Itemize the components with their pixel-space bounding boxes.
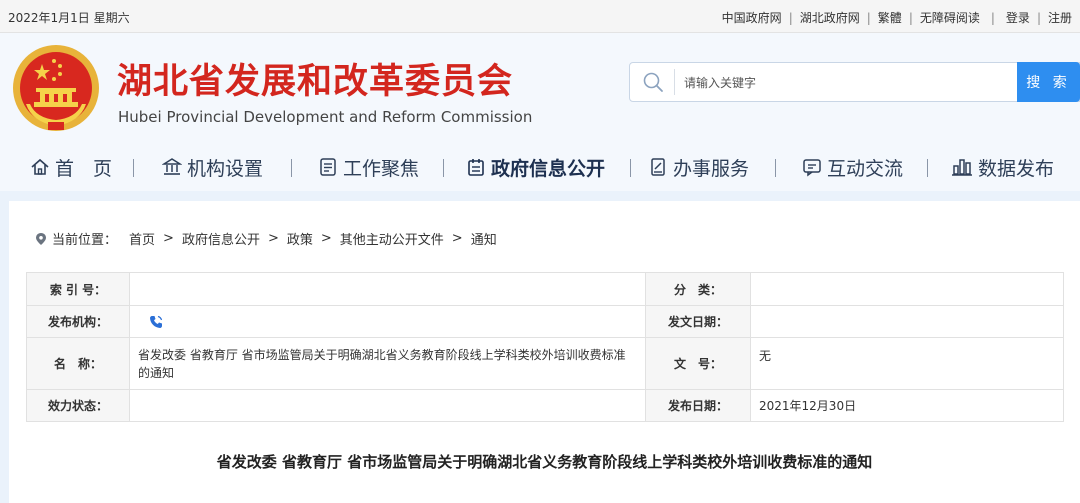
publisher-value xyxy=(129,305,646,338)
national-emblem-icon[interactable] xyxy=(12,44,100,132)
index-number-value xyxy=(129,272,646,306)
site-header: 湖北省发展和改革委员会 Hubei Provincial Development… xyxy=(0,33,1080,145)
breadcrumb-separator: > xyxy=(320,231,332,246)
separator: | xyxy=(788,10,793,25)
breadcrumb: 当前位置： 首页 > 政府信息公开 > 政策 > 其他主动公开文件 > 通知 xyxy=(35,229,497,248)
breadcrumb-separator: > xyxy=(267,231,279,246)
separator: | xyxy=(990,10,995,25)
search-divider xyxy=(674,69,675,95)
document-title: 省发改委 省教育厅 省市场监管局关于明确湖北省义务教育阶段线上学科类校外培训收费… xyxy=(216,453,873,471)
breadcrumb-prefix: 当前位置： xyxy=(52,233,118,248)
breadcrumb-other-files[interactable]: 其他主动公开文件 xyxy=(340,229,444,248)
breadcrumb-gov-info[interactable]: 政府信息公开 xyxy=(182,229,260,248)
main-nav: 首 页 机构设置 工作聚焦 政府信息公开 办事服务 互动交流 数据发布 xyxy=(0,145,1080,191)
nav-item-label: 互动交流 xyxy=(827,157,904,180)
category-value xyxy=(750,272,1064,306)
breadcrumb-policy[interactable]: 政策 xyxy=(287,229,313,248)
top-links: 中国政府网 | 湖北政府网 | 繁體 | 无障碍阅读 | 登录 | 注册 xyxy=(722,9,1072,26)
breadcrumb-home[interactable]: 首页 xyxy=(129,229,155,248)
separator: | xyxy=(1036,10,1041,25)
nav-separator xyxy=(291,159,292,177)
doc-name-value: 省发改委 省教育厅 省市场监管局关于明确湖北省义务教育阶段线上学科类校外培训收费… xyxy=(129,337,646,390)
link-china-gov[interactable]: 中国政府网 xyxy=(722,9,782,26)
nav-separator xyxy=(775,159,776,177)
breadcrumb-separator: > xyxy=(163,231,174,246)
validity-status-label: 效力状态： xyxy=(26,389,130,422)
nav-item-label: 政府信息公开 xyxy=(491,157,606,180)
doc-name-label: 名 称： xyxy=(26,337,130,390)
nav-item-label: 办事服务 xyxy=(673,157,750,180)
nav-item-data-release[interactable]: 数据发布 xyxy=(951,153,1054,181)
nav-item-label: 工作聚焦 xyxy=(343,157,420,180)
separator: | xyxy=(866,10,871,25)
table-row: 效力状态： 发布日期： 2021年12月30日 xyxy=(26,389,1064,422)
issue-date-label: 发文日期： xyxy=(645,305,751,338)
nav-item-interaction[interactable]: 互动交流 xyxy=(802,153,903,181)
bar-chart-icon xyxy=(952,159,972,176)
validity-status-value xyxy=(129,389,646,422)
site-title: 湖北省发展和改革委员会 xyxy=(117,62,514,102)
doc-number-label: 文 号： xyxy=(645,337,751,390)
separator: | xyxy=(908,10,913,25)
service-icon xyxy=(651,158,665,176)
publish-date-label: 发布日期： xyxy=(645,389,751,422)
phone-icon[interactable] xyxy=(148,314,164,330)
table-row: 名 称： 省发改委 省教育厅 省市场监管局关于明确湖北省义务教育阶段线上学科类校… xyxy=(26,337,1064,390)
institution-icon xyxy=(162,158,182,175)
category-label: 分 类： xyxy=(645,272,751,306)
search-icon xyxy=(643,72,663,92)
login-link[interactable]: 登录 xyxy=(1006,9,1030,26)
location-pin-icon xyxy=(36,232,46,245)
search-input[interactable] xyxy=(682,68,1006,98)
search-button[interactable]: 搜 索 xyxy=(1017,62,1080,102)
nav-item-services[interactable]: 办事服务 xyxy=(648,153,749,181)
site-subtitle-en: Hubei Provincial Development and Reform … xyxy=(118,108,533,126)
search-box xyxy=(629,62,1080,102)
current-date: 2022年1月1日 星期六 xyxy=(8,11,130,25)
breadcrumb-separator: > xyxy=(451,231,463,246)
publisher-label: 发布机构： xyxy=(26,305,130,338)
nav-item-work-focus[interactable]: 工作聚焦 xyxy=(318,153,419,181)
link-accessibility[interactable]: 无障碍阅读 xyxy=(920,9,980,26)
register-link[interactable]: 注册 xyxy=(1048,9,1072,26)
home-icon xyxy=(31,158,49,175)
main-content: 当前位置： 首页 > 政府信息公开 > 政策 > 其他主动公开文件 > 通知 索… xyxy=(9,201,1080,503)
nav-separator xyxy=(443,159,444,177)
publish-date-value: 2021年12月30日 xyxy=(750,389,1064,422)
nav-item-label: 机构设置 xyxy=(187,157,264,180)
breadcrumb-notice[interactable]: 通知 xyxy=(471,229,497,248)
top-bar: 2022年1月1日 星期六 中国政府网 | 湖北政府网 | 繁體 | 无障碍阅读… xyxy=(0,0,1080,33)
nav-item-label: 首 页 xyxy=(55,157,113,180)
document-icon xyxy=(320,158,336,176)
chat-icon xyxy=(803,159,821,177)
table-row: 发布机构： 发文日期： xyxy=(26,305,1064,338)
doc-number-value: 无 xyxy=(750,337,1064,390)
issue-date-value xyxy=(750,305,1064,338)
link-traditional-chinese[interactable]: 繁體 xyxy=(878,9,902,26)
index-number-label: 索 引 号： xyxy=(26,272,130,306)
nav-item-institutions[interactable]: 机构设置 xyxy=(162,153,263,181)
nav-separator xyxy=(630,159,631,177)
calendar-icon xyxy=(468,159,484,176)
nav-item-label: 数据发布 xyxy=(978,157,1055,180)
table-row: 索 引 号： 分 类： xyxy=(26,272,1064,306)
nav-separator xyxy=(927,159,928,177)
link-hubei-gov[interactable]: 湖北政府网 xyxy=(800,9,860,26)
nav-item-home[interactable]: 首 页 xyxy=(30,153,112,181)
document-info-table: 索 引 号： 分 类： 发布机构： 发文日期： 名 称： 省发改委 省教育厅 省… xyxy=(26,272,1064,422)
nav-separator xyxy=(133,159,134,177)
nav-item-gov-info[interactable]: 政府信息公开 xyxy=(466,153,605,181)
